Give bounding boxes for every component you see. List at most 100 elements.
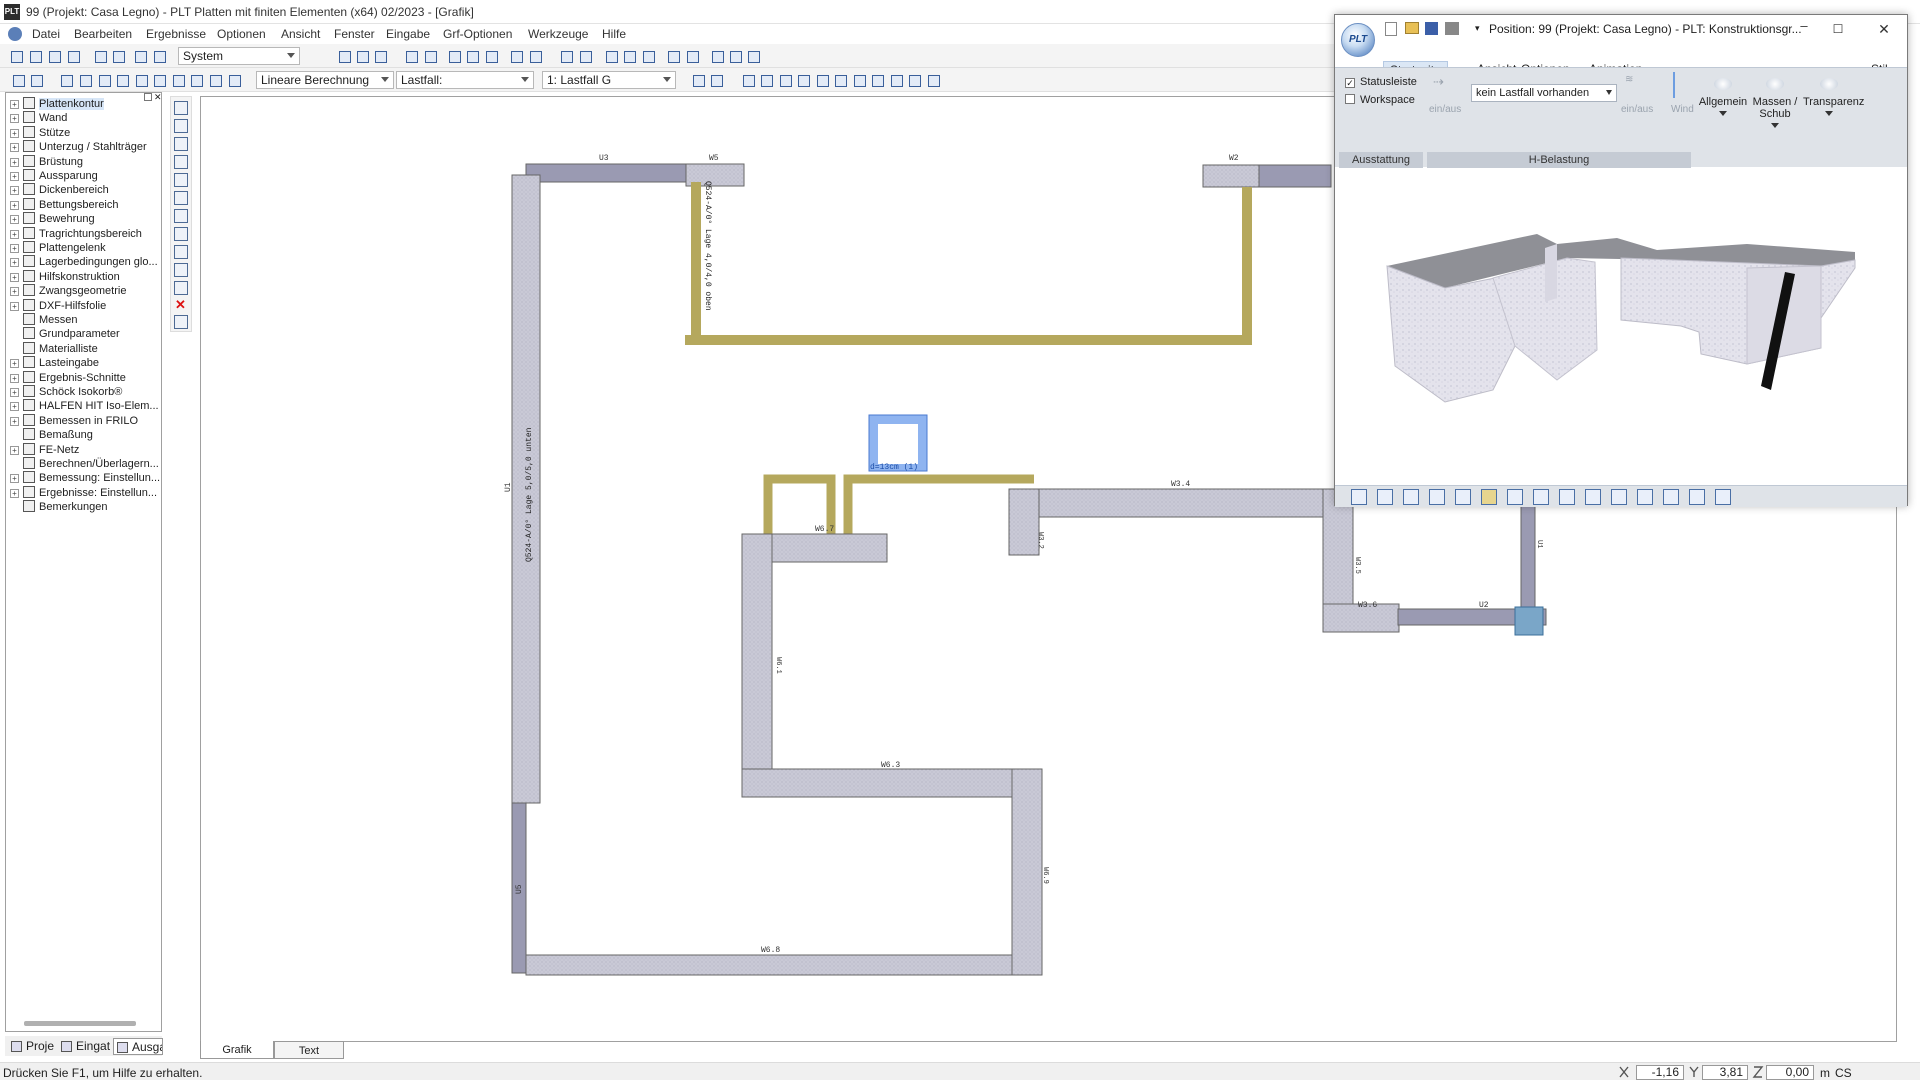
tree-item[interactable]: Bemaßung bbox=[10, 428, 93, 442]
wind-grey-icon[interactable]: ≋ bbox=[1625, 74, 1633, 85]
move-icon[interactable] bbox=[665, 48, 681, 64]
3d-model-view[interactable] bbox=[1335, 168, 1907, 485]
tree-item[interactable]: + Zwangsgeometrie bbox=[10, 284, 126, 298]
triangle-icon[interactable] bbox=[174, 155, 188, 169]
layer-icon[interactable] bbox=[10, 72, 26, 88]
wall-w63[interactable] bbox=[741, 768, 1043, 798]
workspace-checkbox[interactable]: Workspace bbox=[1345, 94, 1415, 106]
undo-view-icon[interactable] bbox=[1663, 489, 1679, 505]
tree-item[interactable]: + Tragrichtungsbereich bbox=[10, 226, 142, 241]
rebar-top-area[interactable] bbox=[691, 182, 1252, 345]
tree-item[interactable]: + Plattengelenk bbox=[10, 241, 106, 255]
expand-icon[interactable]: + bbox=[10, 402, 19, 412]
beam-u3[interactable] bbox=[525, 163, 702, 183]
quick-access-dropdown-icon[interactable]: ▾ bbox=[1475, 23, 1480, 34]
view-2-icon[interactable] bbox=[354, 48, 370, 64]
view-iso-icon[interactable] bbox=[1507, 489, 1523, 505]
mirror-icon[interactable] bbox=[603, 48, 619, 64]
zoom-in-icon[interactable] bbox=[464, 48, 480, 64]
statusleiste-checkbox[interactable]: ✓ Statusleiste bbox=[1345, 76, 1417, 88]
pointer-icon[interactable] bbox=[709, 48, 725, 64]
view-top-icon[interactable] bbox=[1429, 489, 1445, 505]
dim-icon[interactable] bbox=[58, 72, 74, 88]
undo-icon[interactable] bbox=[132, 48, 148, 64]
open-folder-icon[interactable] bbox=[1405, 22, 1419, 34]
expand-icon[interactable]: + bbox=[10, 186, 19, 196]
expand-icon[interactable]: + bbox=[10, 416, 19, 426]
info-icon[interactable] bbox=[174, 263, 188, 277]
calc-mode-combo[interactable]: Lineare Berechnung bbox=[256, 71, 394, 89]
text-icon[interactable] bbox=[77, 72, 93, 88]
view-1-icon[interactable] bbox=[336, 48, 352, 64]
display-3-icon[interactable] bbox=[888, 72, 904, 88]
load-icon[interactable] bbox=[758, 72, 774, 88]
expand-icon[interactable]: + bbox=[10, 128, 19, 138]
wall-w32[interactable] bbox=[1008, 488, 1040, 556]
eye-icon[interactable] bbox=[151, 72, 167, 88]
expand-icon[interactable]: + bbox=[10, 172, 19, 181]
frilo-logo-icon[interactable]: PLT bbox=[1341, 23, 1375, 57]
maximize-icon[interactable]: ☐ bbox=[1823, 19, 1853, 39]
load-case-combo[interactable]: kein Lastfall vorhanden bbox=[1471, 84, 1617, 102]
system-combo[interactable]: System bbox=[178, 47, 300, 65]
tree-item[interactable]: + FE-Netz bbox=[10, 442, 79, 457]
new-doc-icon[interactable] bbox=[1385, 22, 1397, 36]
rotate-icon[interactable] bbox=[174, 191, 188, 205]
tree-item[interactable]: + Bemessung: Einstellun... bbox=[10, 471, 160, 485]
print-icon[interactable] bbox=[1445, 22, 1459, 35]
menu-optionen[interactable]: Optionen bbox=[217, 27, 266, 41]
tree-item[interactable]: Bemerkungen bbox=[10, 500, 108, 514]
fit-icon[interactable] bbox=[527, 48, 543, 64]
circle-icon[interactable] bbox=[174, 173, 188, 187]
view-front-icon[interactable] bbox=[1455, 489, 1471, 505]
tab-projekt[interactable]: Proje bbox=[8, 1038, 56, 1055]
mirror-2-icon[interactable] bbox=[621, 48, 637, 64]
expand-icon[interactable]: + bbox=[10, 143, 19, 153]
allgemein-button[interactable]: Allgemein bbox=[1697, 68, 1749, 152]
arc-icon[interactable] bbox=[174, 209, 188, 223]
expand-icon[interactable]: + bbox=[10, 301, 19, 311]
tree-scrollbar[interactable] bbox=[24, 1021, 136, 1026]
layer-2-icon[interactable] bbox=[28, 72, 44, 88]
expand-icon[interactable]: + bbox=[10, 157, 19, 167]
axis-icon[interactable] bbox=[1403, 489, 1419, 505]
tree-item[interactable]: + Stütze bbox=[10, 125, 70, 140]
color-icon[interactable] bbox=[832, 72, 848, 88]
wall-w2[interactable] bbox=[1202, 164, 1266, 188]
snap-icon[interactable] bbox=[558, 48, 574, 64]
tab-ausgabe[interactable]: Ausga bbox=[113, 1038, 163, 1055]
menu-datei[interactable]: Datei bbox=[32, 27, 60, 41]
expand-icon[interactable]: + bbox=[10, 388, 19, 397]
mesh-2-icon[interactable] bbox=[708, 72, 724, 88]
section-icon[interactable] bbox=[1533, 489, 1549, 505]
app-menu-icon[interactable] bbox=[8, 27, 22, 41]
comment-icon[interactable] bbox=[727, 48, 743, 64]
print-preview-icon[interactable] bbox=[110, 48, 126, 64]
sys-icon[interactable] bbox=[740, 72, 756, 88]
cube-icon[interactable] bbox=[170, 72, 186, 88]
move-icon[interactable] bbox=[1377, 489, 1393, 505]
mirror-3-icon[interactable] bbox=[640, 48, 656, 64]
tab-eingabe[interactable]: Eingat bbox=[58, 1038, 112, 1055]
mesh-icon[interactable] bbox=[690, 72, 706, 88]
rotate-z-icon[interactable] bbox=[1637, 489, 1653, 505]
edit-icon[interactable] bbox=[174, 245, 188, 259]
expand-icon[interactable]: + bbox=[10, 215, 19, 225]
tree-item[interactable]: + Schöck Isokorb® bbox=[10, 385, 122, 399]
arrow-right-icon[interactable]: ⇢ bbox=[1433, 74, 1447, 89]
render-icon[interactable] bbox=[1559, 489, 1575, 505]
text-2-icon[interactable] bbox=[96, 72, 112, 88]
panel-pin-icon[interactable] bbox=[144, 93, 152, 101]
refresh-icon[interactable] bbox=[1715, 489, 1731, 505]
view-3-icon[interactable] bbox=[372, 48, 388, 64]
tree-item[interactable]: + HALFEN HIT Iso-Elem... bbox=[10, 399, 159, 413]
open-file-icon[interactable] bbox=[27, 48, 43, 64]
rectangle-icon[interactable] bbox=[174, 119, 188, 133]
grid-icon[interactable] bbox=[174, 315, 188, 329]
comment-2-icon[interactable] bbox=[745, 48, 761, 64]
rotate-icon[interactable] bbox=[508, 48, 524, 64]
expand-icon[interactable]: + bbox=[10, 244, 19, 253]
new-file-icon[interactable] bbox=[8, 48, 24, 64]
tree-item[interactable]: Grundparameter bbox=[10, 327, 120, 341]
zoom-extents-icon[interactable] bbox=[422, 48, 438, 64]
